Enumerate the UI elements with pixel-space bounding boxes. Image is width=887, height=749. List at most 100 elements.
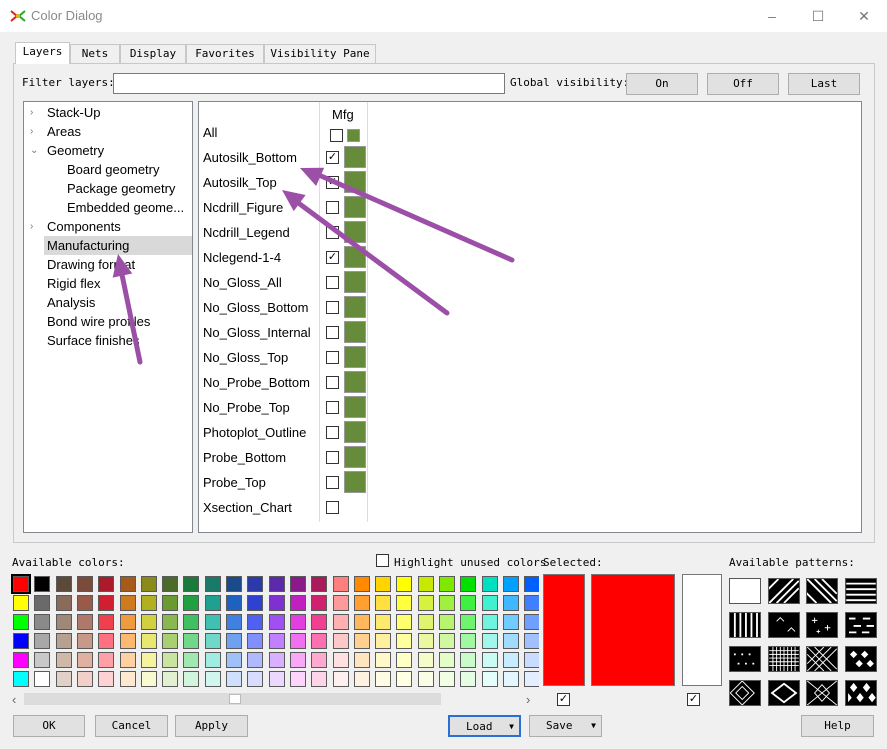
apply-button[interactable]: Apply [175, 715, 248, 737]
tab-nets[interactable]: Nets [70, 44, 120, 63]
palette-color-cell[interactable] [353, 595, 370, 611]
chevron-right-icon[interactable]: › [30, 217, 40, 236]
palette-color-cell[interactable] [162, 652, 179, 668]
palette-color-cell[interactable] [204, 614, 221, 630]
palette-color-cell[interactable] [13, 614, 29, 630]
layer-visibility-checkbox[interactable]: ✓ [326, 151, 339, 164]
palette-color-cell[interactable] [502, 614, 519, 630]
palette-color-cell[interactable] [311, 652, 328, 668]
visibility-last-button[interactable]: Last [788, 73, 860, 95]
palette-color-cell[interactable] [460, 576, 477, 592]
palette-color-cell[interactable] [396, 671, 413, 687]
palette-color-cell[interactable] [268, 576, 285, 592]
layer-color-swatch[interactable] [344, 196, 366, 218]
tab-visibility-pane[interactable]: Visibility Pane [264, 44, 376, 63]
palette-scrollbar-thumb[interactable] [229, 694, 241, 704]
palette-color-cell[interactable] [98, 576, 115, 592]
palette-color-cell[interactable] [353, 633, 370, 649]
palette-color-cell[interactable] [119, 576, 136, 592]
layer-color-swatch[interactable] [344, 371, 366, 393]
palette-color-cell[interactable] [332, 576, 349, 592]
palette-color-cell[interactable] [311, 595, 328, 611]
palette-scrollbar-track[interactable] [24, 693, 441, 705]
layer-color-swatch[interactable] [344, 221, 366, 243]
layer-visibility-checkbox[interactable] [326, 226, 339, 239]
palette-color-cell[interactable] [247, 652, 264, 668]
chevron-right-icon[interactable]: › [30, 103, 40, 122]
palette-color-cell[interactable] [289, 576, 306, 592]
palette-color-cell[interactable] [439, 576, 455, 592]
palette-color-cell[interactable] [502, 671, 519, 687]
palette-color-cell[interactable] [311, 614, 328, 630]
layer-visibility-checkbox[interactable] [326, 501, 339, 514]
pattern-diamond-icon[interactable] [767, 680, 800, 706]
layer-color-swatch[interactable] [344, 246, 366, 268]
tree-item[interactable]: Embedded geome... [24, 198, 192, 217]
palette-color-cell[interactable] [140, 671, 157, 687]
palette-color-cell[interactable] [439, 633, 455, 649]
palette-color-cell[interactable] [481, 671, 498, 687]
palette-color-cell[interactable] [247, 633, 264, 649]
palette-color-cell[interactable] [55, 633, 72, 649]
palette-color-cell[interactable] [353, 614, 370, 630]
palette-color-cell[interactable] [439, 671, 455, 687]
palette-color-cell[interactable] [183, 595, 200, 611]
palette-color-cell[interactable] [289, 633, 306, 649]
palette-color-cell[interactable] [247, 614, 264, 630]
palette-color-cell[interactable] [13, 652, 29, 668]
palette-color-cell[interactable] [204, 652, 221, 668]
palette-color-cell[interactable] [332, 614, 349, 630]
palette-color-cell[interactable] [268, 614, 285, 630]
palette-color-cell[interactable] [417, 652, 434, 668]
palette-color-cell[interactable] [460, 633, 477, 649]
palette-color-cell[interactable] [375, 614, 392, 630]
layer-color-swatch[interactable] [344, 296, 366, 318]
palette-color-cell[interactable] [268, 671, 285, 687]
palette-color-cell[interactable] [183, 652, 200, 668]
palette-color-cell[interactable] [375, 652, 392, 668]
palette-color-cell[interactable] [140, 633, 157, 649]
layer-visibility-checkbox[interactable] [326, 276, 339, 289]
palette-color-cell[interactable] [375, 633, 392, 649]
palette-color-cell[interactable] [204, 671, 221, 687]
layer-color-swatch[interactable] [344, 396, 366, 418]
pattern-grid-fine-icon[interactable] [767, 646, 800, 672]
palette-color-cell[interactable] [396, 595, 413, 611]
pattern-dots-fine-icon[interactable] [729, 646, 761, 672]
palette-color-cell[interactable] [481, 652, 498, 668]
palette-color-cell[interactable] [162, 595, 179, 611]
palette-color-cell[interactable] [481, 595, 498, 611]
filter-layers-input[interactable] [113, 73, 505, 94]
palette-color-cell[interactable] [396, 652, 413, 668]
palette-color-cell[interactable] [524, 652, 539, 668]
palette-color-cell[interactable] [289, 595, 306, 611]
selected-color-checkbox[interactable]: ✓ [557, 693, 570, 706]
close-button[interactable]: ✕ [841, 0, 887, 32]
all-layers-checkbox[interactable] [330, 129, 343, 142]
palette-color-cell[interactable] [375, 595, 392, 611]
palette-color-cell[interactable] [55, 671, 72, 687]
palette-color-cell[interactable] [204, 576, 221, 592]
palette-color-cell[interactable] [119, 652, 136, 668]
palette-color-cell[interactable] [481, 576, 498, 592]
palette-color-cell[interactable] [311, 633, 328, 649]
palette-color-cell[interactable] [34, 614, 51, 630]
palette-color-cell[interactable] [439, 614, 455, 630]
palette-color-cell[interactable] [226, 614, 242, 630]
scroll-left-arrow[interactable]: ‹ [12, 692, 16, 707]
palette-color-cell[interactable] [396, 576, 413, 592]
palette-color-cell[interactable] [439, 595, 455, 611]
palette-color-cell[interactable] [460, 671, 477, 687]
palette-color-cell[interactable] [439, 652, 455, 668]
palette-color-cell[interactable] [524, 595, 539, 611]
pattern-diag-left-icon[interactable] [799, 578, 838, 604]
visibility-off-button[interactable]: Off [707, 73, 779, 95]
palette-color-cell[interactable] [55, 595, 72, 611]
palette-color-cell[interactable] [502, 576, 519, 592]
pattern-horizontal-icon[interactable] [844, 578, 877, 604]
layer-visibility-checkbox[interactable] [326, 351, 339, 364]
tree-item[interactable]: Bond wire profiles [24, 312, 192, 331]
palette-color-cell[interactable] [311, 576, 328, 592]
pattern-crosshatch-icon[interactable] [806, 646, 838, 672]
minimize-button[interactable]: – [749, 0, 795, 32]
